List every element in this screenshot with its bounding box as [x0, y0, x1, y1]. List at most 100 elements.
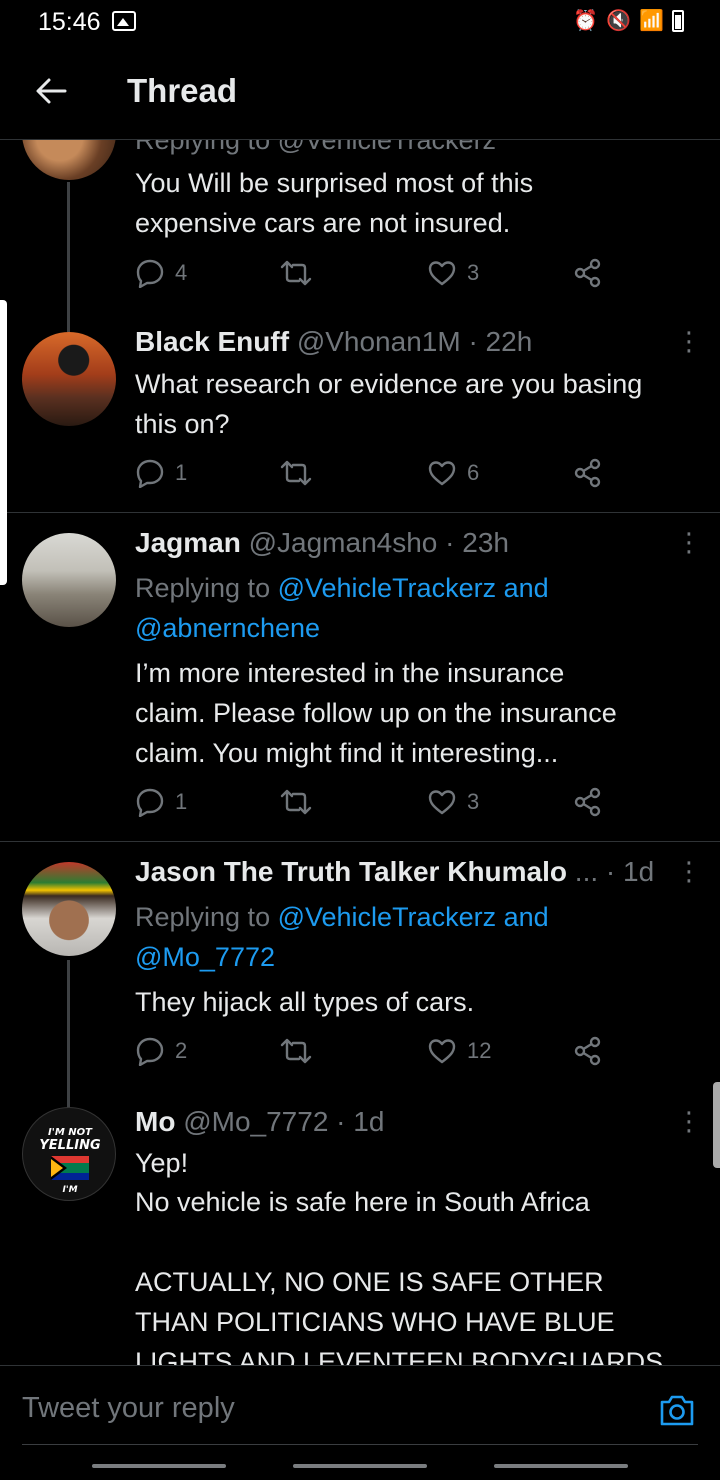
tweet-text-line: I’m more interested in the insurance [135, 658, 565, 688]
scrollbar-thumb[interactable] [713, 1082, 720, 1168]
like-icon [428, 461, 456, 486]
handle-time[interactable]: @Jagman4sho · 23h [249, 527, 509, 558]
tweet-text-line: THAN POLITICIANS WHO HAVE BLUE [135, 1307, 615, 1337]
like-icon [428, 790, 456, 815]
avatar[interactable]: I'M NOT YELLING I'M [22, 1107, 116, 1201]
like-icon [428, 1039, 456, 1064]
mention-link[interactable]: @VehicleTrackerz and [278, 902, 549, 932]
tweet-text-line: You Will be surprised most of this [135, 168, 534, 198]
wifi-icon: 📶 [639, 10, 664, 32]
retweet-button[interactable] [280, 458, 312, 488]
like-button[interactable]: 3 [427, 787, 479, 817]
reply-to-line-2[interactable]: @abnernchene [135, 608, 320, 648]
mention-link[interactable]: @VehicleTrackerz and [278, 573, 549, 603]
status-icons: ⏰ 🔇 📶 [573, 8, 684, 33]
handle-time[interactable]: @Vhonan1M · 22h [297, 326, 532, 357]
avatar-text: I'M NOT [48, 1127, 93, 1138]
more-icon[interactable]: ⋮ [676, 1108, 702, 1134]
share-icon [574, 1036, 601, 1066]
nav-recents-button[interactable] [92, 1464, 226, 1468]
reply-icon [136, 1037, 164, 1066]
display-name[interactable]: Mo [135, 1106, 175, 1137]
nav-home-button[interactable] [293, 1464, 427, 1468]
status-bar: 15:46 ⏰ 🔇 📶 [0, 0, 720, 44]
more-icon[interactable]: ⋮ [676, 858, 702, 884]
tweet-text-line: ACTUALLY, NO ONE IS SAFE OTHER [135, 1267, 604, 1297]
edge-panel-handle[interactable] [0, 300, 7, 585]
avatar[interactable] [22, 862, 116, 956]
alarm-icon: ⏰ [573, 10, 599, 32]
tweet-text-line: LIGHTS AND LEVENTEEN BODYGUARDS [135, 1347, 664, 1365]
reply-icon [136, 459, 164, 488]
reply-button[interactable]: 1 [135, 787, 187, 817]
like-button[interactable]: 3 [427, 258, 479, 288]
mention-link[interactable]: @abnernchene [135, 613, 320, 643]
reply-composer: Tweet your reply [0, 1365, 720, 1446]
display-name[interactable]: Black Enuff [135, 326, 289, 357]
handle-time[interactable]: ... · 1d [575, 856, 654, 887]
tweet[interactable]: Jason The Truth Talker Khumalo ... · 1d … [0, 842, 720, 1110]
tweet-actions: 1 6 [135, 458, 605, 494]
tweet-text-line: No vehicle is safe here in South Africa [135, 1187, 590, 1217]
back-arrow-icon[interactable] [34, 74, 68, 108]
more-icon[interactable]: ⋮ [676, 529, 702, 555]
avatar[interactable] [22, 332, 116, 426]
share-icon [574, 458, 601, 488]
share-button[interactable] [573, 458, 603, 488]
reply-icon [136, 259, 164, 288]
thread-feed[interactable]: Replying to @VehicleTrackerz You Will be… [0, 140, 720, 1365]
tweet[interactable]: Jagman @Jagman4sho · 23h ⋮ Replying to @… [0, 513, 720, 841]
reply-to-prefix: Replying to [135, 573, 278, 603]
share-icon [574, 787, 601, 817]
gallery-notification-icon [112, 11, 136, 31]
share-button[interactable] [573, 787, 603, 817]
mute-icon: 🔇 [606, 10, 632, 32]
display-name[interactable]: Jason The Truth Talker Khumalo [135, 856, 567, 887]
like-button[interactable]: 6 [427, 458, 479, 488]
avatar-image: I'M NOT YELLING I'M [39, 1127, 101, 1195]
retweet-button[interactable] [280, 1036, 312, 1066]
reply-to-line[interactable]: Replying to @VehicleTrackerz and [135, 897, 549, 937]
tweet[interactable]: I'M NOT YELLING I'M Mo @Mo_7772 · 1d ⋮ Y… [0, 1102, 720, 1365]
camera-icon[interactable] [659, 1393, 695, 1427]
reply-button[interactable]: 4 [135, 258, 187, 288]
reply-button[interactable]: 1 [135, 458, 187, 488]
avatar[interactable] [22, 533, 116, 627]
retweet-icon [280, 260, 312, 286]
reply-button[interactable]: 2 [135, 1036, 187, 1066]
reply-to-line[interactable]: Replying to @VehicleTrackerz [135, 140, 496, 160]
reply-count: 1 [175, 789, 188, 814]
share-button[interactable] [573, 258, 603, 288]
retweet-button[interactable] [280, 258, 312, 288]
reply-count: 2 [175, 1038, 188, 1063]
nav-back-button[interactable] [494, 1464, 628, 1468]
reply-underline [22, 1444, 698, 1445]
reply-to-line[interactable]: Replying to @VehicleTrackerz and [135, 568, 549, 608]
reply-to-prefix: Replying to [135, 902, 278, 932]
tweet-actions: 4 3 [135, 258, 605, 294]
avatar[interactable] [22, 140, 116, 180]
tweet[interactable]: Black Enuff @Vhonan1M · 22h ⋮ What resea… [0, 312, 720, 512]
battery-icon [672, 9, 684, 32]
system-nav-bar [0, 1446, 720, 1480]
like-button[interactable]: 12 [427, 1036, 491, 1066]
handle-time[interactable]: @Mo_7772 · 1d [183, 1106, 384, 1137]
reply-input[interactable]: Tweet your reply [22, 1392, 235, 1425]
reply-count: 1 [175, 460, 188, 485]
tweet-text-line: What research or evidence are you basing [135, 369, 643, 399]
tweet-header: Black Enuff @Vhonan1M · 22h [135, 326, 532, 358]
reply-icon [136, 788, 164, 817]
display-name[interactable]: Jagman [135, 527, 241, 558]
like-count: 3 [467, 260, 480, 285]
like-count: 6 [467, 460, 480, 485]
reply-to-line-2[interactable]: @Mo_7772 [135, 937, 275, 977]
thread-connector [67, 960, 70, 1110]
more-icon[interactable]: ⋮ [676, 328, 702, 354]
like-count: 12 [467, 1038, 492, 1063]
retweet-button[interactable] [280, 787, 312, 817]
tweet[interactable]: Replying to @VehicleTrackerz You Will be… [0, 140, 720, 332]
share-button[interactable] [573, 1036, 603, 1066]
tweet-text-line: claim. Please follow up on the insurance [135, 698, 617, 728]
mention-link[interactable]: @Mo_7772 [135, 942, 275, 972]
share-icon [574, 258, 601, 288]
